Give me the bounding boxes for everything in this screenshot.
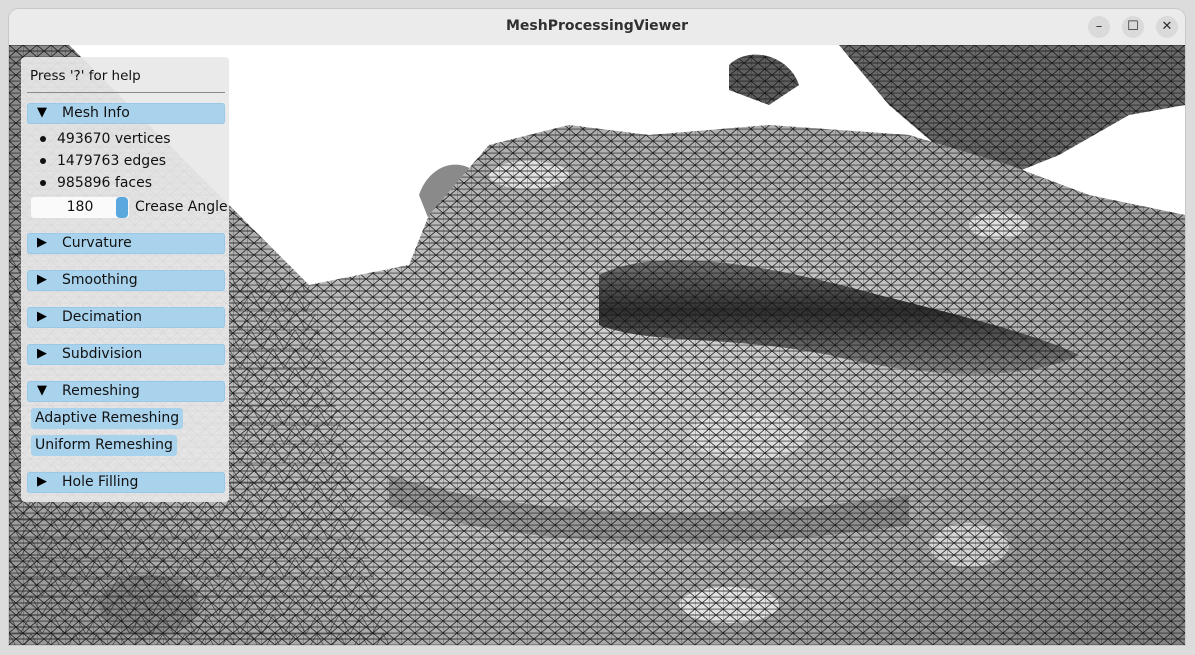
maximize-button[interactable]: ☐ [1122,16,1144,38]
bullet-icon [40,180,46,186]
face-count: 985896 faces [57,175,153,191]
vertex-count: 493670 vertices [57,131,171,147]
section-label: Subdivision [62,346,143,362]
section-remeshing[interactable]: ▼ Remeshing [27,381,225,402]
section-label: Curvature [62,235,132,251]
uniform-remeshing-button[interactable]: Uniform Remeshing [31,435,177,456]
help-hint: Press '?' for help [30,68,141,84]
expand-arrow-icon: ▶ [37,309,47,324]
section-hole-filling[interactable]: ▶ Hole Filling [27,472,225,493]
section-label: Decimation [62,309,143,325]
title-bar[interactable]: MeshProcessingViewer – ☐ ✕ [9,9,1185,46]
section-label: Mesh Info [62,105,130,121]
expand-arrow-icon: ▶ [37,235,47,250]
section-curvature[interactable]: ▶ Curvature [27,233,225,254]
window-title: MeshProcessingViewer [506,18,688,34]
collapse-arrow-icon: ▼ [37,105,47,120]
section-subdivision[interactable]: ▶ Subdivision [27,344,225,365]
bullet-icon [40,158,46,164]
control-panel: Press '?' for help ▼ Mesh Info 493670 ve… [21,57,229,502]
crease-angle-input[interactable]: 180 [31,197,129,218]
crease-angle-label: Crease Angle [135,199,228,215]
app-window: MeshProcessingViewer – ☐ ✕ Press '?' for… [9,9,1185,645]
expand-arrow-icon: ▶ [37,474,47,489]
separator [27,92,225,93]
minimize-button[interactable]: – [1088,16,1110,38]
section-decimation[interactable]: ▶ Decimation [27,307,225,328]
collapse-arrow-icon: ▼ [37,383,47,398]
expand-arrow-icon: ▶ [37,272,47,287]
mesh-viewport[interactable]: Press '?' for help ▼ Mesh Info 493670 ve… [9,45,1185,645]
adaptive-remeshing-button[interactable]: Adaptive Remeshing [31,408,184,429]
crease-angle-slider-handle[interactable] [116,197,128,218]
close-button[interactable]: ✕ [1156,16,1178,38]
expand-arrow-icon: ▶ [37,346,47,361]
bullet-icon [40,136,46,142]
section-smoothing[interactable]: ▶ Smoothing [27,270,225,291]
section-mesh-info[interactable]: ▼ Mesh Info [27,103,225,124]
edge-count: 1479763 edges [57,153,167,169]
section-label: Hole Filling [62,474,139,490]
section-label: Smoothing [62,272,138,288]
section-label: Remeshing [62,383,140,399]
